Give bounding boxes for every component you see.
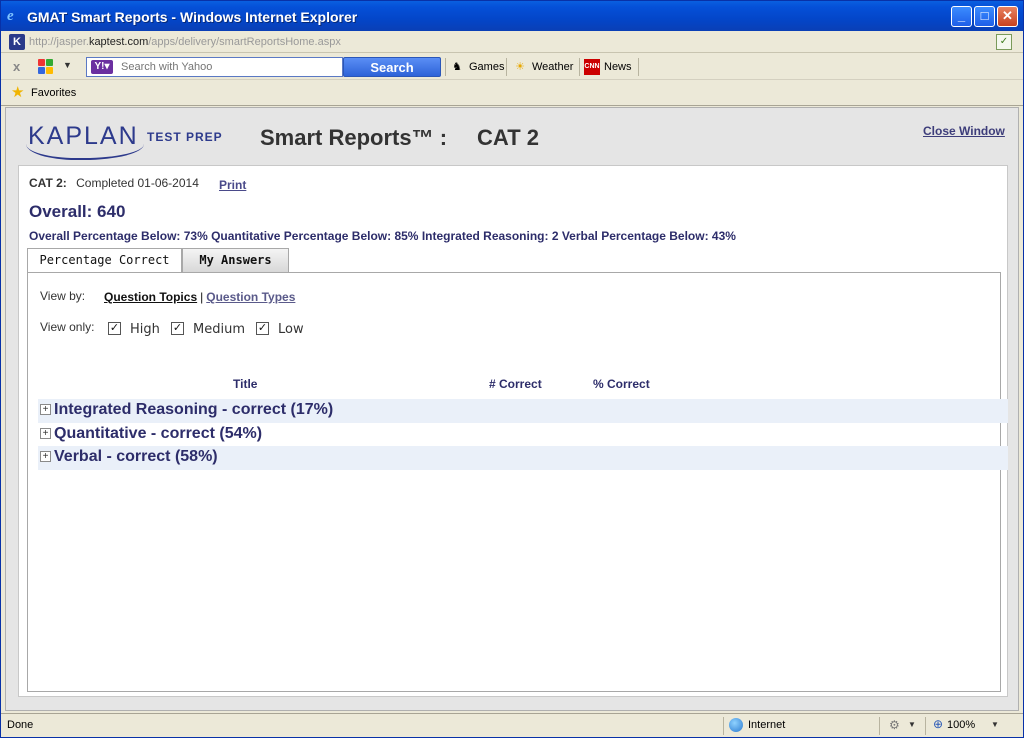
toolbar-divider	[445, 58, 446, 76]
favorites-bar: ★ Favorites	[1, 81, 1023, 106]
games-label: Games	[469, 61, 505, 73]
yahoo-search-box: Y!▾	[86, 57, 343, 77]
url-suffix: /apps/delivery/smartReportsHome.aspx	[148, 36, 341, 48]
tab-percentage-correct[interactable]: Percentage Correct	[27, 248, 182, 273]
toolbar-news-button[interactable]: CNN News	[584, 59, 632, 75]
globe-icon	[729, 718, 743, 732]
kaplan-logo: KAPLAN TEST PREP	[26, 120, 226, 160]
view-by-links: Question Topics | Question Types	[104, 290, 295, 304]
topic-row-quantitative[interactable]: + Quantitative - correct (54%)	[38, 423, 1008, 447]
topic-row-text[interactable]: Integrated Reasoning - correct (17%)	[54, 401, 333, 419]
favorites-button[interactable]: Favorites	[31, 87, 76, 99]
toolbar-games-button[interactable]: ♞ Games	[449, 59, 504, 75]
maximize-button[interactable]: □	[974, 6, 995, 27]
toolbar-divider	[638, 58, 639, 76]
page-title: Smart Reports™ : CAT 2	[260, 125, 539, 151]
logo-swoosh	[26, 140, 144, 160]
title-bar: e GMAT Smart Reports - Windows Internet …	[1, 1, 1023, 31]
weather-label: Weather	[532, 61, 574, 73]
view-by-separator: |	[200, 290, 204, 304]
cnn-icon: CNN	[584, 59, 600, 75]
news-label: News	[604, 61, 632, 73]
weather-icon: ☀	[515, 61, 525, 73]
print-link[interactable]: Print	[219, 178, 246, 192]
status-text: Done	[7, 719, 34, 731]
topic-row-text[interactable]: Quantitative - correct (54%)	[54, 425, 262, 443]
expand-plus-icon[interactable]: +	[40, 451, 51, 462]
window-title: GMAT Smart Reports - Windows Internet Ex…	[27, 9, 358, 25]
url-prefix: http://jasper.	[29, 36, 89, 48]
zoom-icon[interactable]: ⊕	[933, 717, 943, 731]
compatibility-view-icon[interactable]: ✓	[996, 34, 1012, 50]
chevron-down-icon[interactable]: ▼	[991, 720, 999, 729]
tab-my-answers[interactable]: My Answers	[182, 248, 289, 273]
zoom-level[interactable]: 100%	[947, 719, 975, 731]
games-icon: ♞	[452, 61, 462, 73]
url-domain: kaptest.com	[88, 36, 149, 48]
ie-logo-icon: e	[7, 8, 14, 24]
logo-subtitle: TEST PREP	[147, 130, 223, 144]
browser-window: e GMAT Smart Reports - Windows Internet …	[0, 0, 1024, 738]
low-checkbox[interactable]: ✓	[256, 322, 269, 335]
search-toolbar: x ▼ Y!▾ Search ♞ Games ☀ Weather CNN News	[1, 54, 1023, 80]
status-divider	[879, 717, 880, 735]
medium-checkbox[interactable]: ✓	[171, 322, 184, 335]
high-label: High	[130, 322, 160, 337]
close-toolbar-icon[interactable]: x	[13, 59, 20, 74]
high-checkbox[interactable]: ✓	[108, 322, 121, 335]
minimize-button[interactable]: _	[951, 6, 972, 27]
expand-plus-icon[interactable]: +	[40, 428, 51, 439]
toolbar-divider	[579, 58, 580, 76]
page-title-text: Smart Reports™ :	[260, 125, 448, 150]
security-zone[interactable]: Internet	[748, 719, 785, 731]
yahoo-icon[interactable]: Y!▾	[91, 60, 113, 74]
cat-label: CAT 2:	[29, 176, 67, 190]
column-header-pct-correct[interactable]: % Correct	[593, 377, 650, 391]
protected-mode-icon[interactable]: ⚙	[889, 718, 900, 732]
column-header-title[interactable]: Title	[233, 377, 257, 391]
percentages-summary: Overall Percentage Below: 73% Quantitati…	[29, 229, 736, 243]
close-window-link[interactable]: Close Window	[923, 124, 1005, 138]
chevron-down-icon[interactable]: ▼	[908, 720, 916, 729]
report-panel: CAT 2: Completed 01-06-2014 Print Overal…	[18, 165, 1008, 697]
view-by-label: View by:	[40, 289, 86, 303]
url-text[interactable]: http://jasper.kaptest.com/apps/delivery/…	[29, 36, 341, 48]
apps-grid-icon[interactable]	[38, 59, 54, 75]
question-types-link[interactable]: Question Types	[206, 290, 295, 304]
low-label: Low	[278, 322, 304, 337]
overall-score: Overall: 640	[29, 202, 126, 221]
close-button[interactable]: ✕	[997, 6, 1018, 27]
status-divider	[925, 717, 926, 735]
column-header-num-correct[interactable]: # Correct	[489, 377, 542, 391]
search-button[interactable]: Search	[343, 57, 441, 77]
page-content: KAPLAN TEST PREP Smart Reports™ : CAT 2 C…	[5, 107, 1019, 711]
search-input[interactable]	[121, 59, 336, 75]
address-bar: K http://jasper.kaptest.com/apps/deliver…	[1, 31, 1023, 53]
tab-content: View by: Question Topics | Question Types …	[27, 272, 1008, 692]
status-divider	[723, 717, 724, 735]
topic-row-verbal[interactable]: + Verbal - correct (58%)	[38, 446, 1008, 470]
toolbar-weather-button[interactable]: ☀ Weather	[512, 59, 573, 75]
chevron-down-icon[interactable]: ▼	[63, 60, 72, 70]
completed-date: Completed 01-06-2014	[76, 176, 199, 190]
question-topics-link[interactable]: Question Topics	[104, 290, 197, 304]
favorites-star-icon[interactable]: ★	[11, 85, 24, 101]
topic-row-text[interactable]: Verbal - correct (58%)	[54, 448, 218, 466]
topic-row-integrated-reasoning[interactable]: + Integrated Reasoning - correct (17%)	[38, 399, 1008, 423]
expand-plus-icon[interactable]: +	[40, 404, 51, 415]
status-bar: Done Internet ⚙ ▼ ⊕ 100% ▼	[1, 713, 1023, 737]
medium-label: Medium	[193, 322, 245, 337]
site-favicon-icon: K	[9, 34, 25, 50]
cat-status-line: CAT 2: Completed 01-06-2014 Print	[29, 176, 246, 192]
view-only-label: View only:	[40, 320, 95, 334]
page-title-cat: CAT 2	[477, 125, 539, 150]
toolbar-divider	[506, 58, 507, 76]
